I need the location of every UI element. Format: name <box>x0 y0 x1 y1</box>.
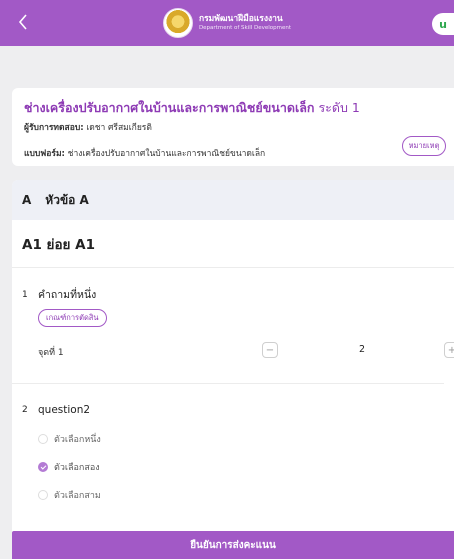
radio-unchecked-icon[interactable] <box>38 490 48 500</box>
section-letter: A <box>22 193 32 207</box>
examinee-label: ผู้รับการทดสอบ: <box>24 123 84 133</box>
radio-unchecked-icon[interactable] <box>38 434 48 444</box>
option-label: ตัวเลือกสอง <box>54 463 100 473</box>
option-1[interactable]: ตัวเลือกหนึ่ง <box>38 432 454 446</box>
brand: กรมพัฒนาฝีมือแรงงาน Department of Skill … <box>162 8 292 38</box>
subsection-header: A1 ย่อย A1 <box>12 220 454 268</box>
option-2[interactable]: ตัวเลือกสอง <box>38 460 454 474</box>
examinee-name: เดชา ศรีสมเกียรติ <box>86 123 152 133</box>
back-button[interactable] <box>8 7 38 37</box>
form-label: แบบฟอร์ม: <box>24 149 65 159</box>
org-name-th: กรมพัฒนาฝีมือแรงงาน <box>198 14 283 25</box>
exam-info-card: ช่างเครื่องปรับอากาศในบ้านและการพาณิชย์ข… <box>12 88 454 166</box>
question-2: 2 question2 ตัวเลือกหนึ่ง ตัวเลือกสอง ตั… <box>12 384 454 502</box>
option-3[interactable]: ตัวเลือกสาม <box>38 488 454 502</box>
examinee-row: ผู้รับการทดสอบ: เดชา ศรีสมเกียรติ <box>24 122 454 134</box>
exam-title: ช่างเครื่องปรับอากาศในบ้านและการพาณิชย์ข… <box>24 100 454 116</box>
plus-icon: + <box>447 344 454 356</box>
app-bar: กรมพัฒนาฝีมือแรงงาน Department of Skill … <box>0 0 454 46</box>
org-name-en: Department of Skill Development <box>198 24 292 31</box>
note-button[interactable]: หมายเหตุ <box>402 136 446 156</box>
minus-icon: − <box>265 344 275 356</box>
section-title: หัวข้อ A <box>45 192 89 207</box>
org-seal-icon <box>162 8 193 38</box>
question-number: 1 <box>22 289 28 300</box>
question-text: คำถามที่หนึ่ง <box>38 289 97 301</box>
point-label: จุดที่ 1 <box>38 348 64 358</box>
question-number: 2 <box>22 405 28 415</box>
decrement-button[interactable]: − <box>262 342 278 358</box>
brand-text: กรมพัฒนาฝีมือแรงงาน Department of Skill … <box>198 14 292 31</box>
option-label: ตัวเลือกสาม <box>54 491 101 501</box>
question-1: 1 คำถามที่หนึ่ง เกณฑ์การตัดสิน จุดที่ 1 … <box>12 268 454 384</box>
question-1-line: 1 คำถามที่หนึ่ง <box>22 286 454 303</box>
criteria-button[interactable]: เกณฑ์การตัดสิน <box>38 309 107 327</box>
confirm-submit-button[interactable]: ยืนยันการส่งคะแนน <box>12 531 454 559</box>
user-avatar[interactable]: u <box>432 13 454 35</box>
question-2-line: 2 question2 <box>22 404 454 416</box>
question-text: question2 <box>38 404 91 416</box>
radio-checked-icon[interactable] <box>38 462 48 472</box>
chevron-left-icon <box>18 14 27 30</box>
form-row: แบบฟอร์ม: ช่างเครื่องปรับอากาศในบ้านและก… <box>24 148 454 160</box>
increment-button[interactable]: + <box>444 342 454 358</box>
section-header: A หัวข้อ A <box>12 180 454 220</box>
point-row: จุดที่ 1 − 2 + <box>22 341 454 361</box>
option-label: ตัวเลือกหนึ่ง <box>54 435 101 445</box>
assessment-form: A หัวข้อ A A1 ย่อย A1 1 คำถามที่หนึ่ง เก… <box>12 180 454 559</box>
exam-level: ระดับ 1 <box>318 100 360 115</box>
exam-title-text: ช่างเครื่องปรับอากาศในบ้านและการพาณิชย์ข… <box>24 100 315 115</box>
score-value: 2 <box>359 344 366 355</box>
form-name: ช่างเครื่องปรับอากาศในบ้านและการพาณิชย์ข… <box>67 149 266 159</box>
